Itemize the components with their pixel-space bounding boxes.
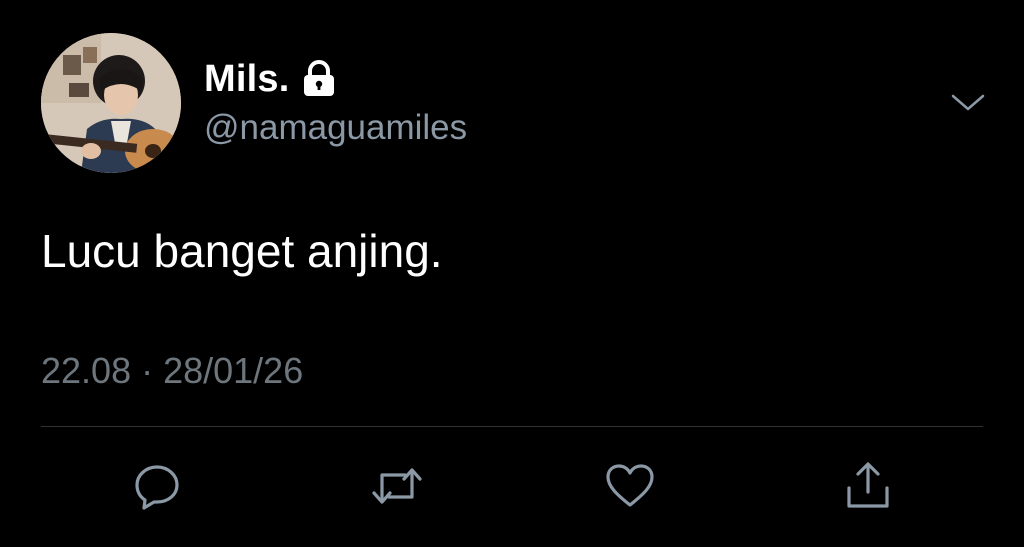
tweet-detail: Mils. @namaguamiles Lucu banget anjing. … bbox=[0, 0, 1024, 547]
reply-icon bbox=[135, 465, 179, 510]
reply-button[interactable] bbox=[129, 458, 185, 514]
more-options-button[interactable] bbox=[948, 86, 988, 120]
display-name[interactable]: Mils. bbox=[204, 58, 289, 101]
share-icon bbox=[847, 462, 889, 508]
divider bbox=[41, 426, 983, 427]
display-name-row: Mils. bbox=[204, 56, 337, 102]
share-button[interactable] bbox=[840, 458, 896, 514]
avatar-photo bbox=[41, 33, 181, 173]
retweet-icon bbox=[372, 468, 422, 504]
user-handle[interactable]: @namaguamiles bbox=[204, 108, 467, 148]
heart-icon bbox=[606, 464, 654, 507]
tweet-timestamp[interactable]: 22.08 · 28/01/26 bbox=[41, 350, 303, 392]
tweet-text: Lucu banget anjing. bbox=[41, 225, 443, 277]
avatar[interactable] bbox=[41, 33, 181, 173]
chevron-down-icon bbox=[951, 94, 985, 111]
lock-icon bbox=[301, 60, 337, 98]
retweet-button[interactable] bbox=[369, 458, 425, 514]
like-button[interactable] bbox=[602, 458, 658, 514]
